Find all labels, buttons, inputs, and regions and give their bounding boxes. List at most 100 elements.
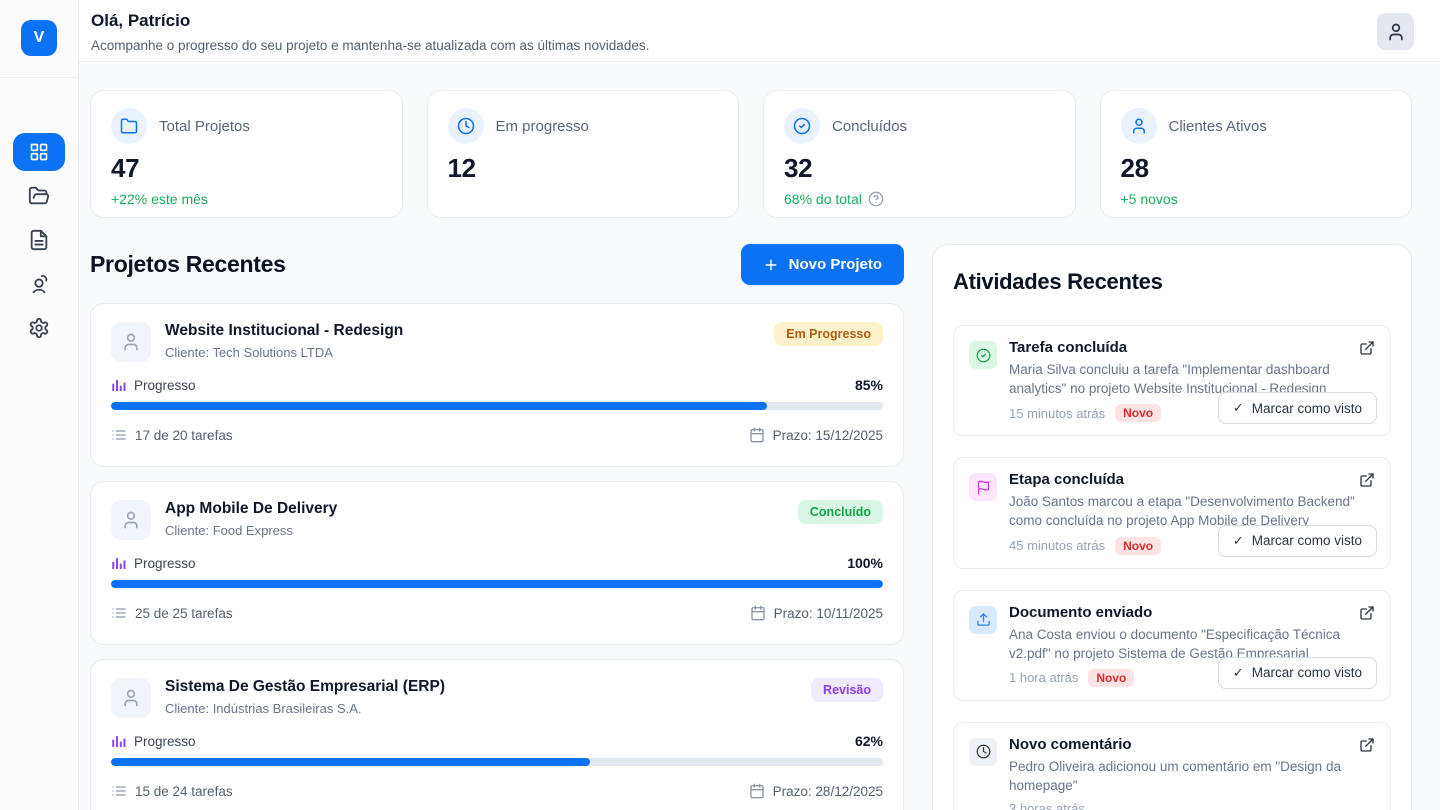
check-circle-icon (784, 108, 820, 144)
recent-activities-section: Atividades Recentes Tarefa concluída Mar… (932, 244, 1412, 810)
stat-label: Clientes Ativos (1169, 118, 1267, 135)
check-icon: ✓ (1233, 400, 1244, 416)
progress-label: Progresso (111, 556, 196, 571)
user-icon (121, 332, 141, 352)
stat-subtext: +22% este mês (111, 191, 382, 207)
external-link-icon[interactable] (1357, 735, 1377, 755)
stat-value: 28 (1121, 153, 1392, 184)
project-client: Cliente: Tech Solutions LTDA (165, 345, 403, 360)
app-logo-letter: V (34, 29, 45, 47)
clock-icon (969, 738, 997, 766)
stats-row: Total Projetos 47 +22% este mês Em progr… (90, 90, 1412, 218)
project-client: Cliente: Indústrias Brasileiras S.A. (165, 701, 445, 716)
stat-value: 32 (784, 153, 1055, 184)
stat-value: 47 (111, 153, 382, 184)
activity-time: 1 hora atrás (1009, 670, 1078, 685)
project-card[interactable]: Sistema De Gestão Empresarial (ERP) Clie… (90, 659, 904, 810)
progress-percent: 85% (855, 377, 883, 393)
stat-card-active-clients: Clientes Ativos 28 +5 novos (1100, 90, 1413, 218)
project-client: Cliente: Food Express (165, 523, 337, 538)
sidebar-nav (0, 133, 77, 347)
external-link-icon[interactable] (1357, 603, 1377, 623)
progress-label: Progresso (111, 378, 196, 393)
progress-bar-fill (111, 758, 590, 766)
project-deadline: Prazo: 15/12/2025 (749, 427, 883, 443)
bar-chart-icon (111, 556, 126, 571)
progress-bar-fill (111, 402, 767, 410)
project-deadline: Prazo: 28/12/2025 (749, 783, 883, 799)
sidebar-item-dashboard[interactable] (13, 133, 65, 171)
external-link-icon[interactable] (1357, 338, 1377, 358)
status-badge: Revisão (811, 678, 883, 702)
external-link-icon[interactable] (1357, 470, 1377, 490)
sidebar-item-clients[interactable] (13, 265, 65, 303)
progress-percent: 100% (847, 555, 883, 571)
recent-projects-section: Projetos Recentes Novo Projeto (90, 244, 904, 810)
new-badge: Novo (1088, 669, 1134, 687)
user-icon (1121, 108, 1157, 144)
activity-description: Pedro Oliveira adicionou um comentário e… (1009, 757, 1375, 795)
grid-icon (29, 142, 49, 162)
activity-title: Tarefa concluída (1009, 339, 1375, 356)
folder-icon (111, 108, 147, 144)
activity-time: 15 minutos atrás (1009, 406, 1105, 421)
project-card[interactable]: Website Institucional - Redesign Cliente… (90, 303, 904, 467)
user-profile-button[interactable] (1377, 13, 1414, 50)
activity-title: Etapa concluída (1009, 471, 1375, 488)
mark-as-seen-button[interactable]: ✓ Marcar como visto (1218, 657, 1377, 689)
progress-bar (111, 580, 883, 588)
activity-title: Novo comentário (1009, 736, 1375, 753)
list-icon (111, 605, 127, 621)
list-icon (111, 427, 127, 443)
stat-label: Em progresso (496, 118, 589, 135)
check-icon: ✓ (1233, 665, 1244, 681)
flag-icon (969, 473, 997, 501)
new-project-button[interactable]: Novo Projeto (741, 244, 904, 285)
project-name: App Mobile De Delivery (165, 500, 337, 518)
activity-time: 45 minutos atrás (1009, 538, 1105, 553)
plus-icon (763, 257, 779, 273)
list-icon (111, 783, 127, 799)
sidebar-item-settings[interactable] (13, 309, 65, 347)
bar-chart-icon (111, 734, 126, 749)
user-icon (121, 688, 141, 708)
mark-as-seen-button[interactable]: ✓ Marcar como visto (1218, 525, 1377, 557)
sidebar-item-projects[interactable] (13, 177, 65, 215)
status-badge: Concluído (798, 500, 883, 524)
mark-as-seen-button[interactable]: ✓ Marcar como visto (1218, 392, 1377, 424)
progress-bar (111, 402, 883, 410)
progress-label: Progresso (111, 734, 196, 749)
page-subtitle: Acompanhe o progresso do seu projeto e m… (91, 38, 649, 53)
folder-open-icon (28, 185, 50, 207)
upload-icon (969, 606, 997, 634)
stat-subtext: +5 novos (1121, 191, 1392, 207)
sidebar-item-documents[interactable] (13, 221, 65, 259)
stat-card-in-progress: Em progresso 12 (427, 90, 740, 218)
activity-time: 3 horas atrás (1009, 801, 1085, 810)
section-title-projects: Projetos Recentes (90, 251, 286, 278)
progress-bar-fill (111, 580, 883, 588)
activity-item: Tarefa concluída Maria Silva concluiu a … (953, 325, 1391, 436)
top-bar: Olá, Patrício Acompanhe o progresso do s… (79, 0, 1440, 62)
activities-panel: Atividades Recentes Tarefa concluída Mar… (932, 244, 1412, 810)
project-avatar (111, 500, 151, 540)
calendar-icon (749, 783, 765, 799)
activity-item: Etapa concluída João Santos marcou a eta… (953, 457, 1391, 568)
stat-label: Total Projetos (159, 118, 250, 135)
stat-value: 12 (448, 153, 719, 184)
project-name: Website Institucional - Redesign (165, 322, 403, 340)
bar-chart-icon (111, 378, 126, 393)
sidebar: V (0, 0, 79, 810)
page-title: Olá, Patrício (91, 11, 190, 31)
users-icon (28, 273, 50, 295)
activity-title: Documento enviado (1009, 604, 1375, 621)
stat-subtext: 68% do total (784, 191, 1055, 207)
help-circle-icon[interactable] (868, 191, 884, 207)
progress-bar (111, 758, 883, 766)
check-icon: ✓ (1233, 533, 1244, 549)
calendar-icon (749, 427, 765, 443)
section-title-activities: Atividades Recentes (953, 269, 1391, 295)
gear-icon (28, 317, 50, 339)
project-card[interactable]: App Mobile De Delivery Cliente: Food Exp… (90, 481, 904, 645)
user-icon (121, 510, 141, 530)
